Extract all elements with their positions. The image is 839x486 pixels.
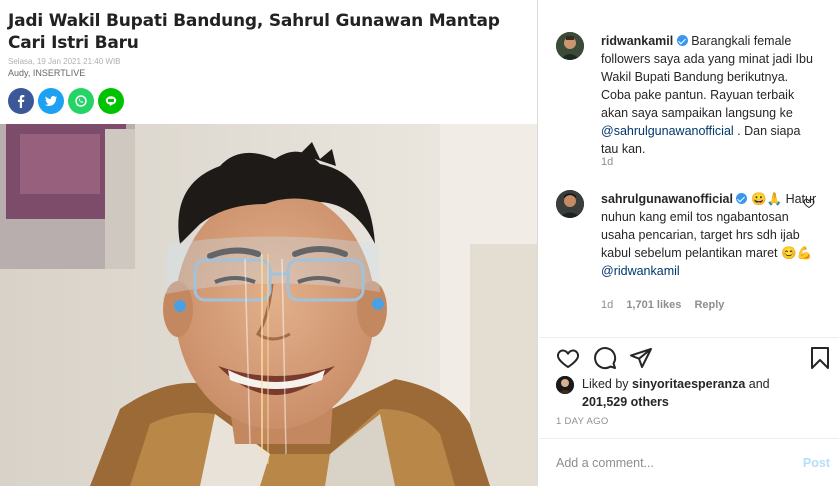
add-comment-form: Post xyxy=(556,448,830,478)
like-heart-icon[interactable] xyxy=(556,346,580,370)
liked-by-user[interactable]: sinyoritaesperanza xyxy=(632,377,745,391)
article-author: Audy, INSERTLIVE xyxy=(8,68,86,78)
comment-username[interactable]: sahrulgunawanofficial xyxy=(601,192,733,206)
article-date: Selasa, 19 Jan 2021 21:40 WIB xyxy=(8,57,121,66)
share-paper-plane-icon[interactable] xyxy=(629,346,653,370)
avatar[interactable] xyxy=(556,190,584,218)
liked-by-text: Liked by sinyoritaesperanza and 201,529 … xyxy=(582,375,822,411)
view-replies-partial[interactable] xyxy=(601,327,801,335)
comment-body: sahrulgunawanofficial 😀🙏 Hatur nuhun kan… xyxy=(601,190,821,280)
comment-bubble-icon[interactable] xyxy=(593,346,617,370)
comment-body: ridwankamil Barangkali female followers … xyxy=(601,32,821,158)
like-comment-heart-icon[interactable] xyxy=(803,197,815,209)
comment-likes[interactable]: 1,701 likes xyxy=(626,299,681,311)
liked-by-and: and xyxy=(745,377,770,391)
reply-button[interactable]: Reply xyxy=(694,299,724,311)
comment-meta: 1d 1,701 likes Reply xyxy=(601,299,734,311)
article-title: Jadi Wakil Bupati Bandung, Sahrul Gunawa… xyxy=(8,11,500,53)
add-comment-input[interactable] xyxy=(556,448,776,478)
facebook-icon xyxy=(8,88,34,114)
article-header: Jadi Wakil Bupati Bandung, Sahrul Gunawa… xyxy=(0,0,537,124)
liked-by-count[interactable]: 201,529 others xyxy=(582,395,669,409)
comment-emoji: 😀🙏 xyxy=(750,192,783,206)
post-time[interactable]: 1 DAY AGO xyxy=(556,416,609,427)
save-bookmark-icon[interactable] xyxy=(808,346,832,370)
whatsapp-icon xyxy=(68,88,94,114)
comments-panel: ridwankamil Barangkali female followers … xyxy=(539,0,839,486)
comment-mention[interactable]: @ridwankamil xyxy=(601,264,680,278)
divider xyxy=(539,438,839,439)
comment-meta: 1d xyxy=(601,156,623,168)
divider xyxy=(539,337,839,338)
post-actions xyxy=(556,346,829,372)
liked-by-avatar[interactable] xyxy=(556,376,574,394)
post-image[interactable]: Jadi Wakil Bupati Bandung, Sahrul Gunawa… xyxy=(0,0,538,486)
comment-mention[interactable]: @sahrulgunawanofficial xyxy=(601,124,734,138)
comment-username[interactable]: ridwankamil xyxy=(601,34,673,48)
verified-badge-icon xyxy=(736,193,748,204)
instagram-post-view: Jadi Wakil Bupati Bandung, Sahrul Gunawa… xyxy=(0,0,839,486)
comment-time[interactable]: 1d xyxy=(601,299,613,311)
share-buttons xyxy=(8,88,530,114)
liked-by-prefix: Liked by xyxy=(582,377,633,391)
article-photo xyxy=(0,124,537,486)
post-button[interactable]: Post xyxy=(803,456,830,470)
twitter-icon xyxy=(38,88,64,114)
avatar[interactable] xyxy=(556,32,584,60)
verified-badge-icon xyxy=(676,35,688,46)
comment-time[interactable]: 1d xyxy=(601,156,613,168)
line-icon xyxy=(98,88,124,114)
